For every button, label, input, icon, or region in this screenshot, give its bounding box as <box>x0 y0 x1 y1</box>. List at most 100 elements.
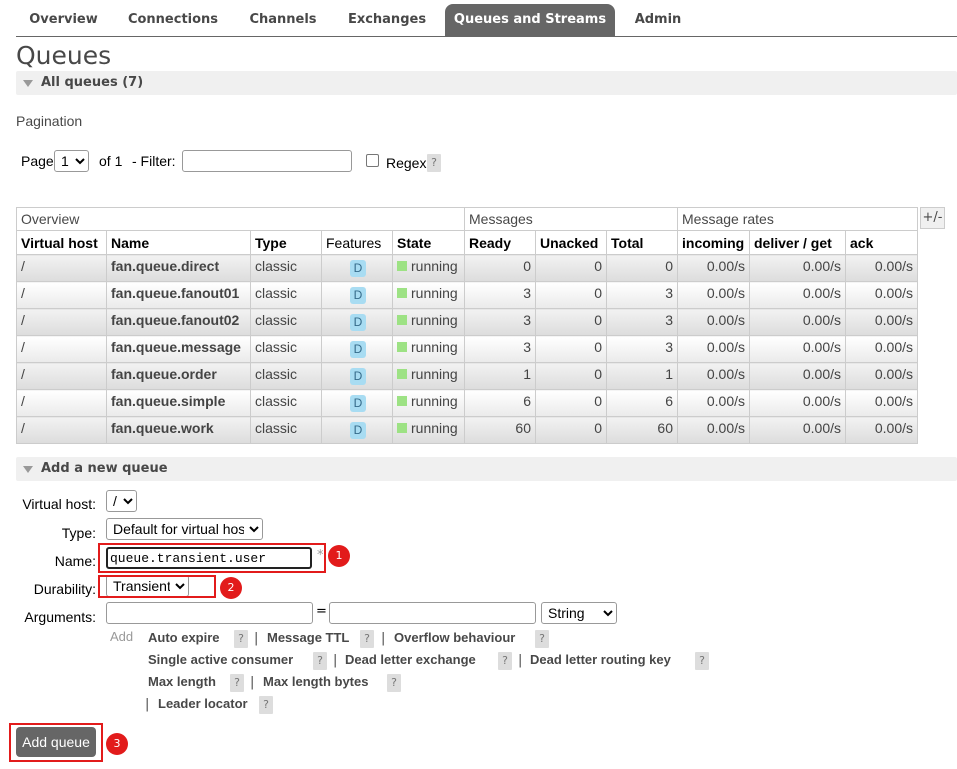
regex-help-icon[interactable]: ? <box>427 154 441 172</box>
column-header-virtual-host[interactable]: Virtual host <box>16 230 107 255</box>
queue-name-link[interactable]: fan.queue.order <box>106 362 251 390</box>
column-header-total[interactable]: Total <box>606 230 678 255</box>
ack-cell: 0.00/s <box>845 335 918 363</box>
all-queues-section-toggle[interactable]: All queues (7) <box>16 71 957 95</box>
help-icon[interactable]: ? <box>498 652 512 670</box>
arg-link-auto-expire[interactable]: Auto expire <box>148 630 220 645</box>
state-cell: running <box>392 416 465 444</box>
running-status-icon <box>397 288 407 298</box>
unacked-cell: 0 <box>535 389 607 417</box>
column-header-type[interactable]: Type <box>250 230 322 255</box>
help-icon[interactable]: ? <box>360 630 374 648</box>
column-header-ready[interactable]: Ready <box>464 230 536 255</box>
features-cell: D <box>321 281 393 309</box>
argument-key-input[interactable] <box>106 602 313 624</box>
column-toggle-button[interactable]: +/- <box>920 207 945 229</box>
column-header-name[interactable]: Name <box>106 230 251 255</box>
ready-cell: 3 <box>464 335 536 363</box>
arg-link-single-active-consumer[interactable]: Single active consumer <box>148 652 293 667</box>
regex-checkbox[interactable] <box>366 154 379 167</box>
pagination-label: Pagination <box>16 113 83 129</box>
add-queue-header: Add a new queue <box>41 461 168 476</box>
table-row: / fan.queue.direct classic D running 0 0… <box>16 254 918 282</box>
unacked-cell: 0 <box>535 281 607 309</box>
durable-feature-badge: D <box>350 395 366 412</box>
help-icon[interactable]: ? <box>259 696 273 714</box>
ack-cell: 0.00/s <box>845 281 918 309</box>
ready-cell: 60 <box>464 416 536 444</box>
help-icon[interactable]: ? <box>230 674 244 692</box>
features-cell: D <box>321 416 393 444</box>
total-cell: 6 <box>606 389 678 417</box>
total-cell: 0 <box>606 254 678 282</box>
features-cell: D <box>321 335 393 363</box>
tab-exchanges[interactable]: Exchanges <box>337 4 437 36</box>
deliver-get-cell: 0.00/s <box>749 362 846 390</box>
state-cell: running <box>392 254 465 282</box>
running-status-icon <box>397 261 407 271</box>
argument-type-select[interactable]: String <box>541 602 617 624</box>
deliver-get-cell: 0.00/s <box>749 308 846 336</box>
features-cell: D <box>321 308 393 336</box>
arg-link-message-ttl[interactable]: Message TTL <box>267 630 349 645</box>
argument-value-input[interactable] <box>329 602 536 624</box>
column-header-ack[interactable]: ack <box>845 230 918 255</box>
durable-feature-badge: D <box>350 422 366 439</box>
submit-highlight-box <box>9 723 103 762</box>
state-cell: running <box>392 281 465 309</box>
help-icon[interactable]: ? <box>387 674 401 692</box>
state-text: running <box>411 393 458 409</box>
tab-connections[interactable]: Connections <box>118 4 228 36</box>
column-header-state[interactable]: State <box>392 230 465 255</box>
arg-link-leader-locator[interactable]: Leader locator <box>158 696 248 711</box>
help-icon[interactable]: ? <box>313 652 327 670</box>
ready-cell: 1 <box>464 362 536 390</box>
page-title: Queues <box>16 41 112 70</box>
deliver-get-cell: 0.00/s <box>749 416 846 444</box>
arg-link-max-length[interactable]: Max length <box>148 674 216 689</box>
tab-queues-and-streams[interactable]: Queues and Streams <box>445 4 615 36</box>
durable-feature-badge: D <box>350 314 366 331</box>
total-cell: 3 <box>606 335 678 363</box>
add-queue-section-toggle[interactable]: Add a new queue <box>16 457 957 481</box>
state-text: running <box>411 285 458 301</box>
collapse-triangle-icon <box>23 466 33 473</box>
queue-name-link[interactable]: fan.queue.direct <box>106 254 251 282</box>
table-row: / fan.queue.fanout02 classic D running 3… <box>16 308 918 336</box>
help-icon[interactable]: ? <box>234 630 248 648</box>
page-select[interactable]: 1 <box>54 150 89 172</box>
type-cell: classic <box>250 254 322 282</box>
ready-cell: 6 <box>464 389 536 417</box>
help-icon[interactable]: ? <box>535 630 549 648</box>
column-header-deliver-get[interactable]: deliver / get <box>749 230 846 255</box>
tab-channels[interactable]: Channels <box>238 4 328 36</box>
add-argument-label: Add <box>110 629 134 644</box>
deliver-get-cell: 0.00/s <box>749 335 846 363</box>
help-icon[interactable]: ? <box>695 652 709 670</box>
tab-admin[interactable]: Admin <box>622 4 694 36</box>
unacked-cell: 0 <box>535 416 607 444</box>
arg-link-max-length-bytes[interactable]: Max length bytes <box>263 674 368 689</box>
queue-name-link[interactable]: fan.queue.fanout02 <box>106 308 251 336</box>
queue-name-link[interactable]: fan.queue.simple <box>106 389 251 417</box>
arg-link-overflow-behaviour[interactable]: Overflow behaviour <box>394 630 515 645</box>
vhost-cell: / <box>16 308 107 336</box>
queue-name-link[interactable]: fan.queue.fanout01 <box>106 281 251 309</box>
arg-link-dead-letter-routing-key[interactable]: Dead letter routing key <box>530 652 671 667</box>
ack-cell: 0.00/s <box>845 389 918 417</box>
arg-link-dead-letter-exchange[interactable]: Dead letter exchange <box>345 652 476 667</box>
column-header-features: Features <box>321 230 393 255</box>
arguments-label: Arguments: <box>24 609 96 625</box>
filter-input[interactable] <box>182 150 352 172</box>
page-of-label: of 1 <box>99 153 123 169</box>
tab-overview[interactable]: Overview <box>16 4 111 36</box>
group-header-message-rates: Message rates <box>677 207 918 231</box>
column-header-incoming[interactable]: incoming <box>677 230 750 255</box>
virtual-host-select[interactable]: / <box>106 490 137 512</box>
column-header-unacked[interactable]: Unacked <box>535 230 607 255</box>
queue-type-select[interactable]: Default for virtual host <box>106 518 263 540</box>
queue-name-link[interactable]: fan.queue.message <box>106 335 251 363</box>
deliver-get-cell: 0.00/s <box>749 389 846 417</box>
ack-cell: 0.00/s <box>845 254 918 282</box>
queue-name-link[interactable]: fan.queue.work <box>106 416 251 444</box>
